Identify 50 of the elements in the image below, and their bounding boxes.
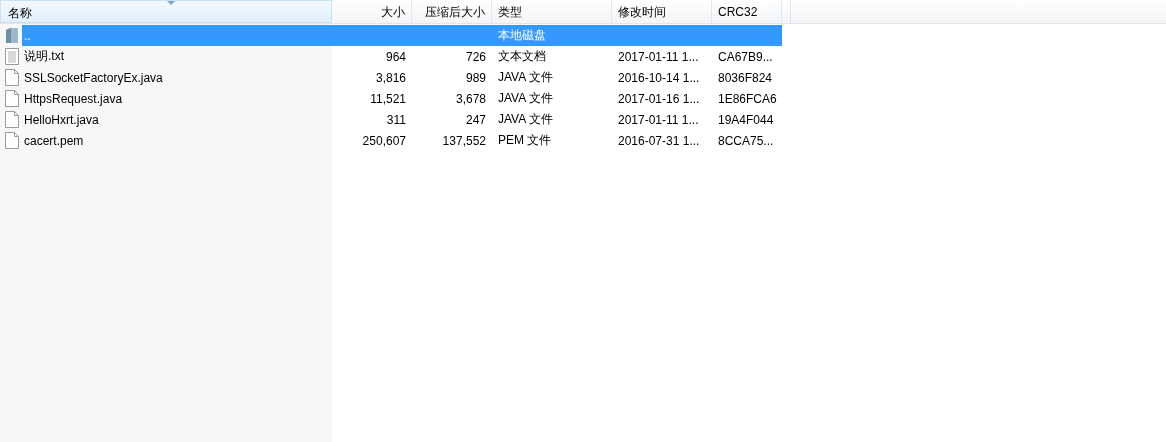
file-row[interactable]: SSLSocketFactoryEx.java 3,816 989 JAVA 文件 2016-10-14 1... 8036F824 — [22, 67, 782, 88]
column-header[interactable]: 大小 — [332, 0, 412, 23]
file-name: HelloHxrt.java — [24, 112, 99, 127]
table-cell: 8CCA75... — [718, 133, 774, 148]
table-cell: JAVA 文件 — [498, 70, 553, 84]
file-icon — [5, 111, 19, 128]
file-row[interactable]: 说明.txt 964 726 文本文档 2017-01-11 1... CA67B9... — [22, 46, 782, 67]
table-cell: 2017-01-11 1... — [618, 112, 699, 127]
table-cell: 726 — [465, 49, 486, 64]
table-cell: 989 — [465, 70, 486, 85]
file-name: .. — [24, 28, 31, 43]
column-header[interactable]: CRC32 — [712, 0, 782, 23]
folder-icon — [5, 27, 19, 44]
file-name: HttpsRequest.java — [24, 91, 123, 106]
file-row[interactable]: HelloHxrt.java 311 247 JAVA 文件 2017-01-11 1... 19A4F044 — [22, 109, 782, 130]
table-cell: 本地磁盘 — [498, 28, 546, 42]
table-cell: 2016-07-31 1... — [618, 133, 700, 148]
column-header[interactable]: 修改时间 — [612, 0, 712, 23]
file-name: cacert.pem — [24, 133, 84, 148]
table-cell: 11,521 — [370, 91, 406, 106]
table-cell: 137,552 — [442, 133, 486, 148]
file-row[interactable]: HttpsRequest.java 11,521 3,678 JAVA 文件 2017-01-16 1... 1E86FCA6 — [22, 88, 782, 109]
column-header[interactable]: 压缩后大小 — [412, 0, 492, 23]
sort-arrow-icon — [167, 1, 175, 5]
table-cell: 964 — [385, 49, 406, 64]
text-file-icon — [5, 48, 19, 65]
table-cell: 19A4F044 — [718, 112, 774, 127]
column-header[interactable]: 类型 — [492, 0, 612, 23]
table-cell: 3,816 — [375, 70, 406, 85]
table-cell: 2017-01-11 1... — [618, 49, 699, 64]
table-cell: 文本文档 — [498, 49, 546, 63]
table-cell: 1E86FCA6 — [718, 91, 777, 106]
column-header[interactable]: 名称 — [0, 0, 332, 23]
file-icon — [5, 69, 19, 86]
table-cell: 2016-10-14 1... — [618, 70, 700, 85]
table-cell: JAVA 文件 — [498, 91, 553, 105]
file-icon — [5, 90, 19, 107]
table-cell: 250,607 — [362, 133, 406, 148]
table-cell: 2017-01-16 1... — [618, 91, 700, 106]
table-cell: 311 — [386, 112, 406, 127]
file-icon — [5, 132, 19, 149]
file-name: SSLSocketFactoryEx.java — [24, 70, 163, 85]
table-cell: 3,678 — [455, 91, 486, 106]
file-row[interactable]: cacert.pem 250,607 137,552 PEM 文件 2016-07-31 1... 8CCA75... — [22, 130, 782, 151]
table-cell: CA67B9... — [718, 49, 773, 64]
file-name: 说明.txt — [24, 49, 64, 63]
table-cell: JAVA 文件 — [498, 112, 553, 126]
table-cell: PEM 文件 — [498, 133, 552, 147]
table-cell: 8036F824 — [718, 70, 773, 85]
table-cell: 247 — [465, 112, 486, 127]
